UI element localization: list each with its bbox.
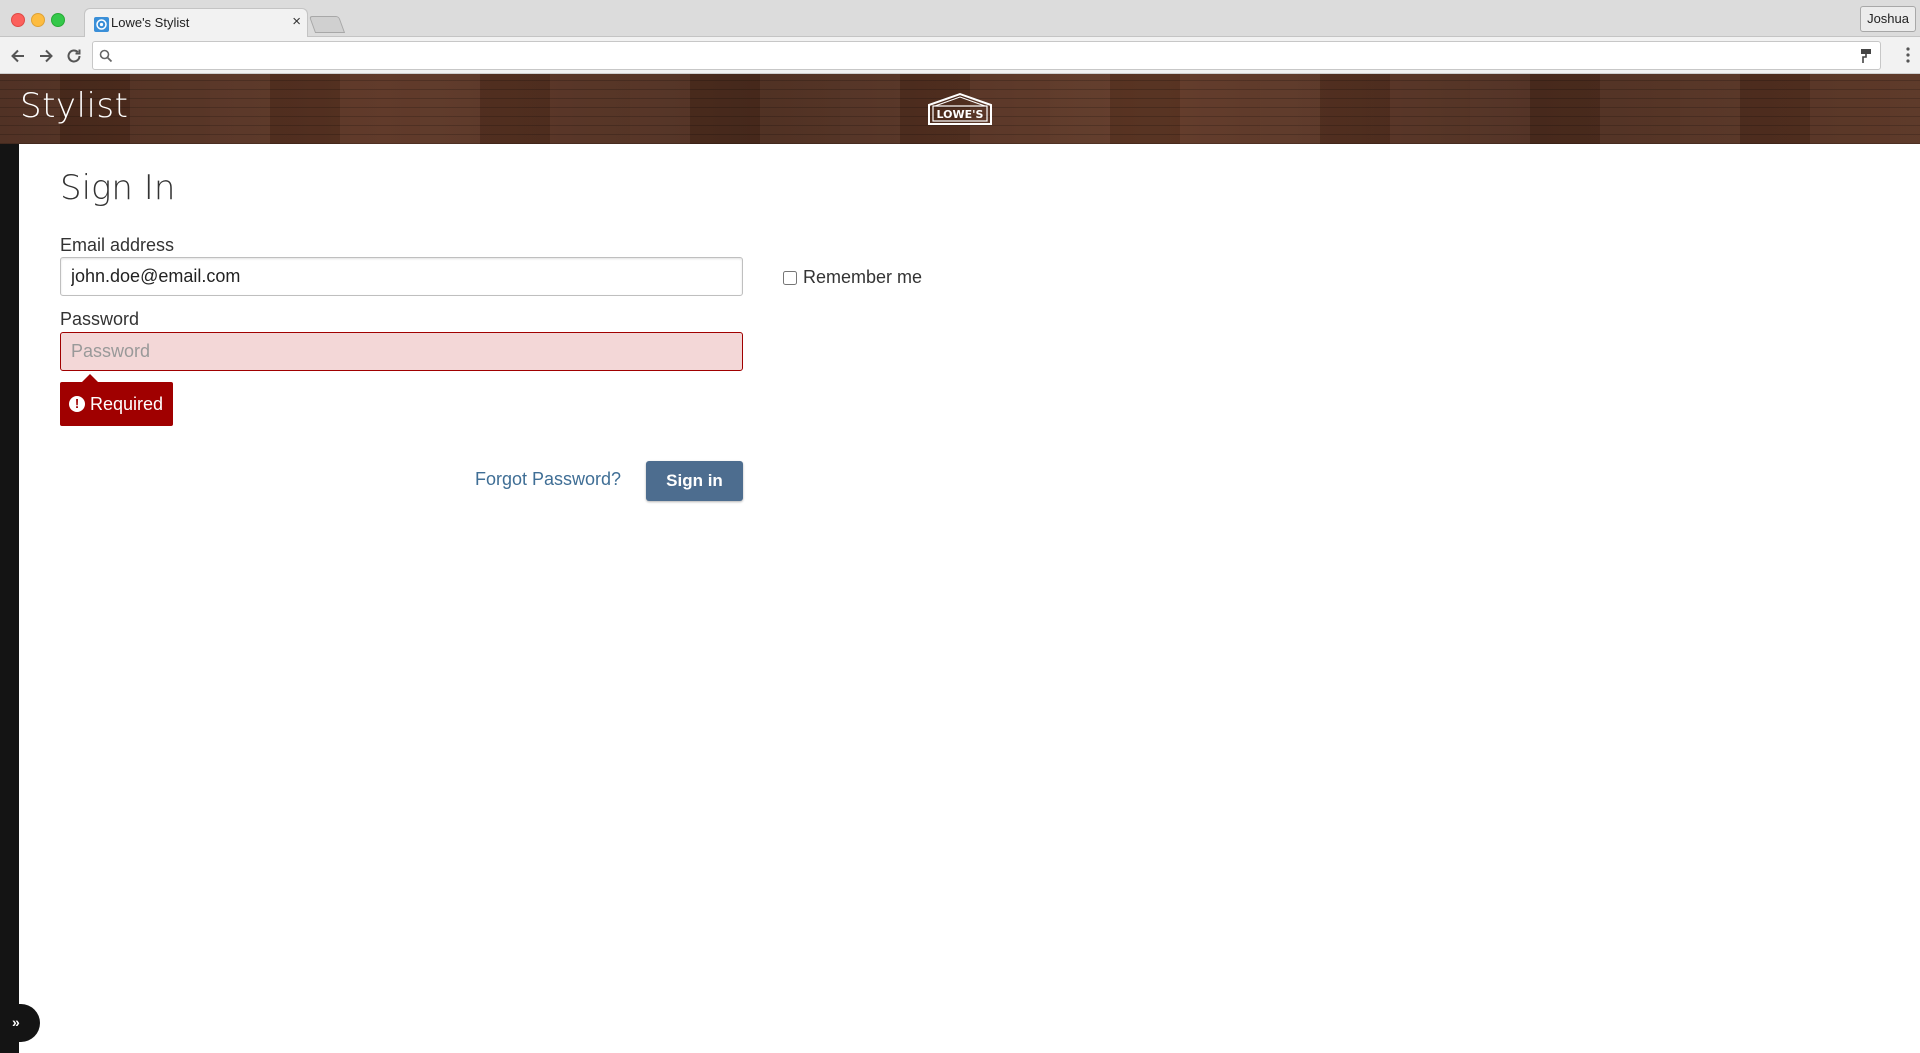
password-label: Password xyxy=(60,309,140,329)
app-title: Stylist xyxy=(20,86,129,126)
extension-paint-roller-icon[interactable] xyxy=(1860,48,1872,69)
forward-arrow-icon[interactable] xyxy=(36,46,56,66)
browser-tab-bar: Lowe's Stylist × Joshua xyxy=(0,0,1920,38)
browser-tab-active[interactable]: Lowe's Stylist × xyxy=(84,8,308,38)
email-label: Email address xyxy=(60,235,175,255)
side-rail xyxy=(0,144,19,1053)
back-arrow-icon[interactable] xyxy=(8,46,28,66)
sign-in-button[interactable]: Sign in xyxy=(646,461,743,501)
expand-sidebar-button[interactable]: » xyxy=(0,1004,40,1042)
password-error-text: Required xyxy=(90,394,164,414)
tab-favicon-icon xyxy=(94,17,109,32)
browser-toolbar xyxy=(0,37,1920,74)
address-input[interactable] xyxy=(119,45,1839,66)
exclamation-icon: ! xyxy=(69,396,85,412)
tab-title: Lowe's Stylist xyxy=(111,15,190,30)
app-header: Stylist LOWE'S xyxy=(0,74,1920,144)
maximize-window-button[interactable] xyxy=(51,13,65,27)
email-field[interactable] xyxy=(60,257,743,296)
close-window-button[interactable] xyxy=(11,13,25,27)
address-bar[interactable] xyxy=(92,41,1881,70)
brand-logo-text: LOWE'S xyxy=(937,108,984,121)
profile-button[interactable]: Joshua xyxy=(1860,6,1916,32)
new-tab-button[interactable] xyxy=(308,16,346,33)
remember-me-label: Remember me xyxy=(803,267,923,287)
password-error-tooltip: ! Required xyxy=(60,374,174,426)
forgot-password-link[interactable]: Forgot Password? xyxy=(475,469,621,490)
search-icon xyxy=(99,49,113,68)
remember-me-checkbox[interactable] xyxy=(783,271,797,285)
page-content: Stylist LOWE'S » Sign In Email address R… xyxy=(0,74,1920,1053)
browser-menu-icon[interactable] xyxy=(1906,47,1910,68)
password-field[interactable] xyxy=(60,332,743,371)
minimize-window-button[interactable] xyxy=(31,13,45,27)
lowes-logo-icon: LOWE'S xyxy=(927,92,993,131)
page-title: Sign In xyxy=(60,168,176,208)
tab-close-icon[interactable]: × xyxy=(292,13,301,30)
double-chevron-right-icon: » xyxy=(12,1014,20,1030)
reload-icon[interactable] xyxy=(64,46,84,66)
